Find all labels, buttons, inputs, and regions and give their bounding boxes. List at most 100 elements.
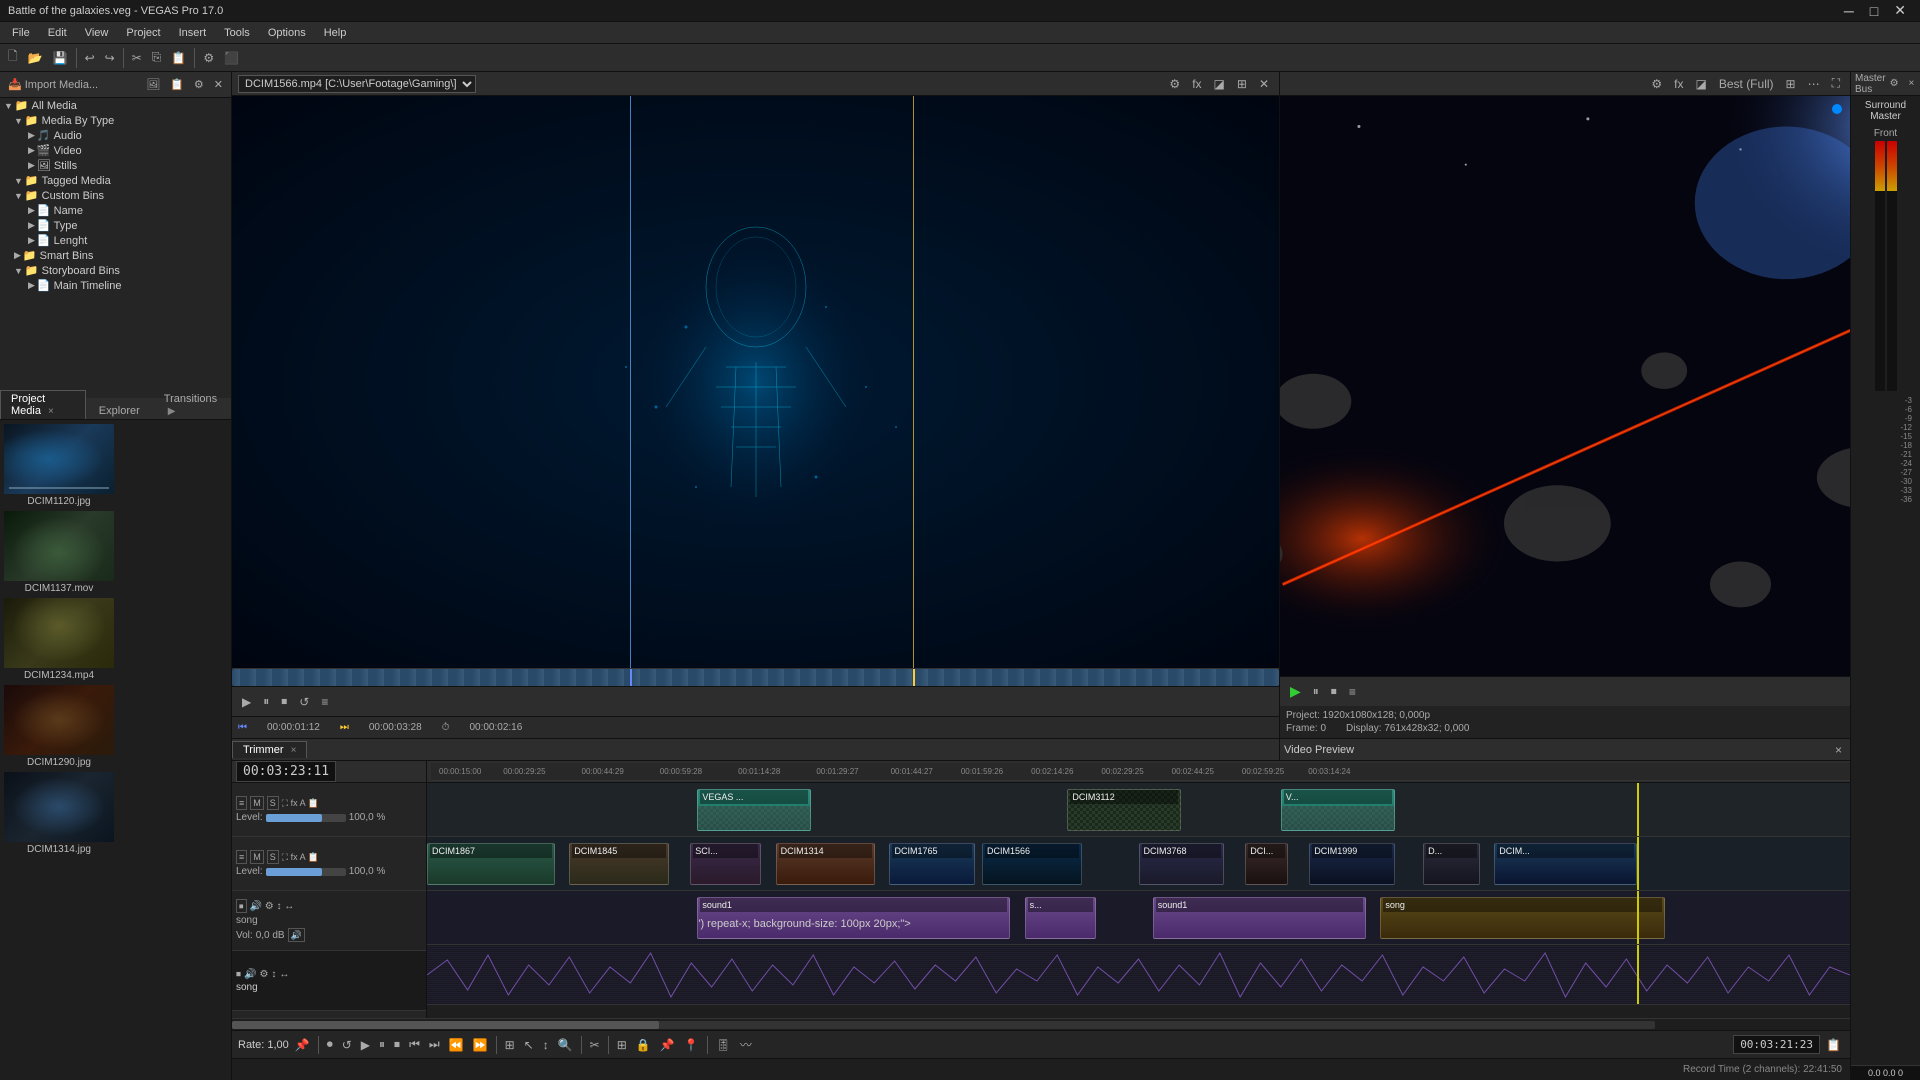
bt-play[interactable]: ▶	[358, 1036, 373, 1054]
open-button[interactable]: 📂	[24, 49, 47, 67]
rp-close-btn[interactable]: ×	[1905, 76, 1919, 91]
rp-settings-btn[interactable]: ⚙	[1886, 76, 1903, 91]
tree-lenght[interactable]: ▶ 📄 Lenght	[0, 233, 232, 248]
vp-pause-btn[interactable]: ⏸	[1309, 682, 1323, 701]
bt-loop[interactable]: ↺	[339, 1036, 355, 1054]
pm-btn3[interactable]: ⚙	[190, 76, 208, 93]
maximize-button[interactable]: □	[1864, 2, 1884, 19]
menu-insert[interactable]: Insert	[171, 25, 215, 41]
minimize-button[interactable]: ─	[1838, 2, 1860, 19]
thumb-dcim1234[interactable]: DCIM1234.mp4	[4, 598, 114, 681]
vp-quality-btn[interactable]: Best (Full)	[1715, 75, 1778, 93]
vp-more-btn[interactable]: ⋯	[1804, 75, 1824, 93]
bt-next[interactable]: ⏭	[426, 1035, 443, 1054]
clip-vegas[interactable]: VEGAS ...	[697, 789, 811, 831]
menu-file[interactable]: File	[4, 25, 38, 41]
track-v1-level-slider[interactable]	[266, 814, 346, 822]
clip-dcim3768[interactable]: DCIM3768	[1139, 843, 1224, 885]
thumb-dcim1120[interactable]: DCIM1120.jpg	[4, 424, 114, 507]
redo-button[interactable]: ↪	[101, 49, 119, 67]
track-v1-solo[interactable]: S	[267, 796, 279, 810]
vp-fx-btn[interactable]: fx	[1670, 75, 1687, 93]
undo-button[interactable]: ↩	[81, 49, 99, 67]
bt-pause[interactable]: ⏸	[376, 1035, 388, 1054]
tree-custom-bins[interactable]: ▼ 📁 Custom Bins	[0, 188, 232, 203]
clip-dcim1999[interactable]: DCIM1999	[1309, 843, 1394, 885]
trimmer-stop-btn[interactable]: ⏹	[277, 692, 291, 711]
pm-btn2[interactable]: 📋	[166, 76, 188, 93]
timeline-scrollbar[interactable]	[232, 1018, 1850, 1030]
clip-dcim3112[interactable]: DCIM3112	[1067, 789, 1181, 831]
tree-all-media[interactable]: ▼ 📁 All Media	[0, 98, 232, 113]
tree-main-timeline[interactable]: ▶ 📄 Main Timeline	[0, 278, 232, 293]
trimmer-grid-btn[interactable]: ⊞	[1233, 75, 1251, 93]
menu-tools[interactable]: Tools	[216, 25, 258, 41]
menu-view[interactable]: View	[77, 25, 117, 41]
tab-trimmer[interactable]: Trimmer ×	[232, 741, 307, 758]
clip-dcim1845[interactable]: DCIM1845	[569, 843, 669, 885]
clip-sound-s[interactable]: s...	[1025, 897, 1096, 939]
vp-stop-btn[interactable]: ⏹	[1327, 682, 1341, 701]
menu-help[interactable]: Help	[316, 25, 355, 41]
clip-dcim1566[interactable]: DCIM1566	[982, 843, 1082, 885]
trimmer-scrubbar[interactable]	[232, 668, 1279, 686]
trimmer-loop-btn[interactable]: ↺	[295, 693, 313, 711]
clip-v3[interactable]: V...	[1281, 789, 1395, 831]
track-v2-settings[interactable]: ≡	[236, 850, 247, 864]
tab-transitions[interactable]: Transitions ▶	[153, 390, 229, 419]
track-v2-level-slider[interactable]	[266, 868, 346, 876]
clip-dcim1314[interactable]: DCIM1314	[776, 843, 876, 885]
clip-song[interactable]: song	[1380, 897, 1665, 939]
menu-project[interactable]: Project	[118, 25, 168, 41]
clip-dcim1867[interactable]: DCIM1867	[427, 843, 555, 885]
bt-snap[interactable]: ⊞	[502, 1036, 518, 1054]
vp-sc-btn[interactable]: ◪	[1692, 75, 1711, 93]
bt-marker[interactable]: 📌	[657, 1036, 678, 1054]
bt-stop[interactable]: ⏹	[391, 1035, 403, 1054]
bt-grid[interactable]: ⊞	[614, 1036, 630, 1054]
tree-smart-bins[interactable]: ▶ 📁 Smart Bins	[0, 248, 232, 263]
clip-dci2[interactable]: DCI...	[1245, 843, 1288, 885]
tree-media-by-type[interactable]: ▼ 📁 Media By Type	[0, 113, 232, 128]
track-audio-mute[interactable]: ⏹	[236, 899, 247, 913]
bt-region[interactable]: 📍	[681, 1036, 702, 1054]
tree-storyboard-bins[interactable]: ▼ 📁 Storyboard Bins	[0, 263, 232, 278]
settings-button[interactable]: ⚙	[199, 49, 218, 67]
track-v2-mute[interactable]: M	[250, 850, 264, 864]
vp-settings-btn[interactable]: ⚙	[1647, 75, 1666, 93]
tab-trimmer-close[interactable]: ×	[291, 745, 297, 756]
copy-button[interactable]: ⎘	[148, 48, 166, 67]
track-audio-vol-btn[interactable]: 🔊	[288, 928, 305, 942]
scrollbar-thumb[interactable]	[232, 1021, 659, 1029]
bt-record[interactable]: ⏺	[324, 1035, 336, 1054]
thumb-dcim1137[interactable]: DCIM1137.mov	[4, 511, 114, 594]
trimmer-more-btn[interactable]: ≡	[317, 693, 332, 711]
clip-sound1-a[interactable]: sound1 ') repeat-x; background-size: 100…	[697, 897, 1010, 939]
scrollbar-track[interactable]	[232, 1021, 1655, 1029]
thumb-dcim1290[interactable]: DCIM1290.jpg	[4, 685, 114, 768]
tree-tagged-media[interactable]: ▼ 📁 Tagged Media	[0, 173, 232, 188]
trimmer-pause-btn[interactable]: ⏸	[259, 692, 273, 711]
trimmer-dropdown[interactable]: DCIM1566.mp4 [C:\User\Footage\Gaming\]	[238, 75, 476, 93]
tab-project-media[interactable]: Project Media ×	[0, 390, 86, 419]
track-v1-mute[interactable]: M	[250, 796, 264, 810]
bt-split[interactable]: ✂	[587, 1036, 603, 1054]
trimmer-play-btn[interactable]: ▶	[238, 693, 255, 711]
vp-more-ctrl-btn[interactable]: ≡	[1345, 683, 1360, 701]
vp-tab-close[interactable]: ×	[1831, 741, 1846, 759]
track-v2-solo[interactable]: S	[267, 850, 279, 864]
bt-prev[interactable]: ⏮	[406, 1035, 423, 1054]
bt-end[interactable]: ⏩	[470, 1036, 491, 1054]
bt-tc-format[interactable]: 📋	[1823, 1036, 1844, 1054]
trimmer-settings-btn[interactable]: ⚙	[1165, 75, 1184, 93]
new-button[interactable]: 🗋	[4, 45, 22, 70]
trimmer-fx-btn[interactable]: fx	[1188, 75, 1205, 93]
render-button[interactable]: ⬛	[220, 49, 243, 67]
bt-lock[interactable]: 🔒	[633, 1036, 654, 1054]
clip-d2[interactable]: D...	[1423, 843, 1480, 885]
import-media-button[interactable]: 📥 Import Media...	[4, 76, 102, 93]
tree-audio[interactable]: ▶ 🎵 Audio	[0, 128, 232, 143]
tab-explorer[interactable]: Explorer	[88, 402, 151, 419]
clip-sound1-b[interactable]: sound1	[1153, 897, 1366, 939]
paste-button[interactable]: 📋	[167, 49, 190, 67]
